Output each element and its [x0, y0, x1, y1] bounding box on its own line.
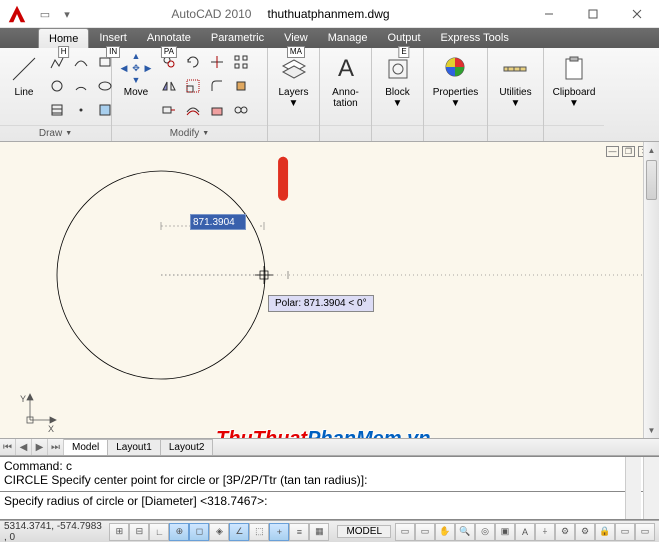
status-annoscale-icon[interactable]: A [515, 523, 535, 541]
command-prompt[interactable]: Specify radius of circle or [Diameter] <… [4, 494, 655, 508]
status-3dosnap-icon[interactable]: ◈ [209, 523, 229, 541]
tab-manage[interactable]: Manage [318, 28, 378, 48]
tab-parametric[interactable]: Parametric [201, 28, 274, 48]
status-qp-icon[interactable]: ▦ [309, 523, 329, 541]
modify-stretch-icon[interactable] [158, 99, 180, 121]
svg-text:A: A [337, 55, 353, 82]
app-logo[interactable] [0, 0, 34, 28]
status-osnap-icon[interactable]: ◻ [189, 523, 209, 541]
status-dyn-icon[interactable]: + [269, 523, 289, 541]
status-annoauto-icon[interactable]: ⚙ [555, 523, 575, 541]
panel-utilities[interactable]: Utilities▼ [495, 51, 535, 125]
draw-circle-icon[interactable] [46, 75, 68, 97]
tab-view[interactable]: ViewMA [274, 28, 318, 48]
panel-modify-title[interactable]: Modify▼ [112, 125, 267, 141]
ribbon-tab-strip: HomeH InsertIN AnnotatePA Parametric Vie… [0, 28, 659, 48]
status-coords: 5314.3741, -574.7983 , 0 [4, 521, 105, 543]
layout-tab-1[interactable]: Layout1 [108, 439, 161, 455]
status-otrack-icon[interactable]: ∠ [229, 523, 249, 541]
status-polar-icon[interactable]: ⊕ [169, 523, 189, 541]
status-pan-icon[interactable]: ✋ [435, 523, 455, 541]
polar-tooltip: Polar: 871.3904 < 0° [268, 295, 374, 312]
modify-offset-icon[interactable] [182, 99, 204, 121]
watermark: ThuThuatPhanMem.vn [216, 428, 430, 438]
close-button[interactable] [615, 0, 659, 28]
status-lwt-icon[interactable]: ≡ [289, 523, 309, 541]
tool-line[interactable]: Line [4, 51, 44, 125]
tab-insert[interactable]: InsertIN [89, 28, 137, 48]
qat-new-icon[interactable]: ▭ [36, 5, 54, 23]
status-workspace-icon[interactable]: ⚙ [575, 523, 595, 541]
draw-point-icon[interactable] [70, 99, 92, 121]
panel-layers[interactable]: Layers▼ [274, 51, 314, 125]
status-clean-icon[interactable]: ▭ [635, 523, 655, 541]
modify-join-icon[interactable] [230, 99, 252, 121]
status-bar: 5314.3741, -574.7983 , 0 ⊞ ⊟ ∟ ⊕ ◻ ◈ ∠ ⬚… [0, 520, 659, 542]
modify-mirror-icon[interactable] [158, 75, 180, 97]
draw-arc-icon[interactable] [70, 75, 92, 97]
minimize-button[interactable] [527, 0, 571, 28]
layout-tab-2[interactable]: Layout2 [161, 439, 214, 455]
qat-open-icon[interactable]: ▾ [58, 5, 76, 23]
panel-annotation[interactable]: A Anno- tation [326, 51, 366, 125]
layout-tab-strip: ⏮ ◀ ▶ ⏭ Model Layout1 Layout2 [0, 438, 659, 456]
status-snap-icon[interactable]: ⊞ [109, 523, 129, 541]
layout-nav-next-icon[interactable]: ▶ [32, 439, 48, 455]
status-zoom-icon[interactable]: 🔍 [455, 523, 475, 541]
maximize-button[interactable] [571, 0, 615, 28]
status-ortho-icon[interactable]: ∟ [149, 523, 169, 541]
command-scrollbar[interactable] [643, 457, 659, 519]
status-model-badge[interactable]: MODEL [337, 525, 391, 538]
panel-properties[interactable]: Properties▼ [429, 51, 483, 125]
status-qvlayout-icon[interactable]: ▭ [415, 523, 435, 541]
tab-home[interactable]: HomeH [38, 28, 89, 48]
status-ducs-icon[interactable]: ⬚ [249, 523, 269, 541]
modify-rotate-icon[interactable] [182, 51, 204, 73]
modify-scale-icon[interactable] [182, 75, 204, 97]
panel-clipboard[interactable]: Clipboard▼ [549, 51, 600, 125]
command-history-line: CIRCLE Specify center point for circle o… [4, 473, 655, 487]
panel-block[interactable]: Block▼ [378, 51, 418, 125]
draw-spline-icon[interactable] [70, 51, 92, 73]
panel-draw-title[interactable]: Draw▼ [0, 125, 111, 141]
command-history-line: Command: c [4, 459, 655, 473]
layout-nav-first-icon[interactable]: ⏮ [0, 439, 16, 455]
ribbon: Line Draw▼ ▲ ◀✥▶ [0, 48, 659, 142]
drawing-canvas[interactable]: — ❐ ✕ Polar: 871.3904 < 0° [0, 142, 659, 438]
vertical-scrollbar[interactable]: ▲▼ [643, 142, 659, 438]
status-annovisibility-icon[interactable]: ⍭ [535, 523, 555, 541]
modify-fillet-icon[interactable] [206, 75, 228, 97]
modify-erase-icon[interactable] [206, 99, 228, 121]
tab-output[interactable]: OutputE [378, 28, 431, 48]
layout-tab-model[interactable]: Model [64, 439, 108, 455]
title-text: AutoCAD 2010thuthuatphanmem.dwg [171, 7, 389, 21]
dynamic-input[interactable] [190, 214, 246, 230]
status-hardware-icon[interactable]: ▭ [615, 523, 635, 541]
command-grip[interactable] [625, 457, 641, 519]
modify-trim-icon[interactable] [206, 51, 228, 73]
layout-nav-prev-icon[interactable]: ◀ [16, 439, 32, 455]
tool-move[interactable]: ▲ ◀✥▶ ▼ Move [116, 51, 156, 125]
modify-array-icon[interactable] [230, 51, 252, 73]
status-toolbar-lock-icon[interactable]: 🔒 [595, 523, 615, 541]
modify-explode-icon[interactable] [230, 75, 252, 97]
status-wheel-icon[interactable]: ◎ [475, 523, 495, 541]
command-window[interactable]: Command: c CIRCLE Specify center point f… [0, 456, 659, 520]
status-qview-icon[interactable]: ▭ [395, 523, 415, 541]
tab-express-tools[interactable]: Express Tools [431, 28, 519, 48]
draw-hatch-icon[interactable] [46, 99, 68, 121]
status-grid-icon[interactable]: ⊟ [129, 523, 149, 541]
status-showmotion-icon[interactable]: ▣ [495, 523, 515, 541]
layout-nav-last-icon[interactable]: ⏭ [48, 439, 64, 455]
tab-annotate[interactable]: AnnotatePA [137, 28, 201, 48]
